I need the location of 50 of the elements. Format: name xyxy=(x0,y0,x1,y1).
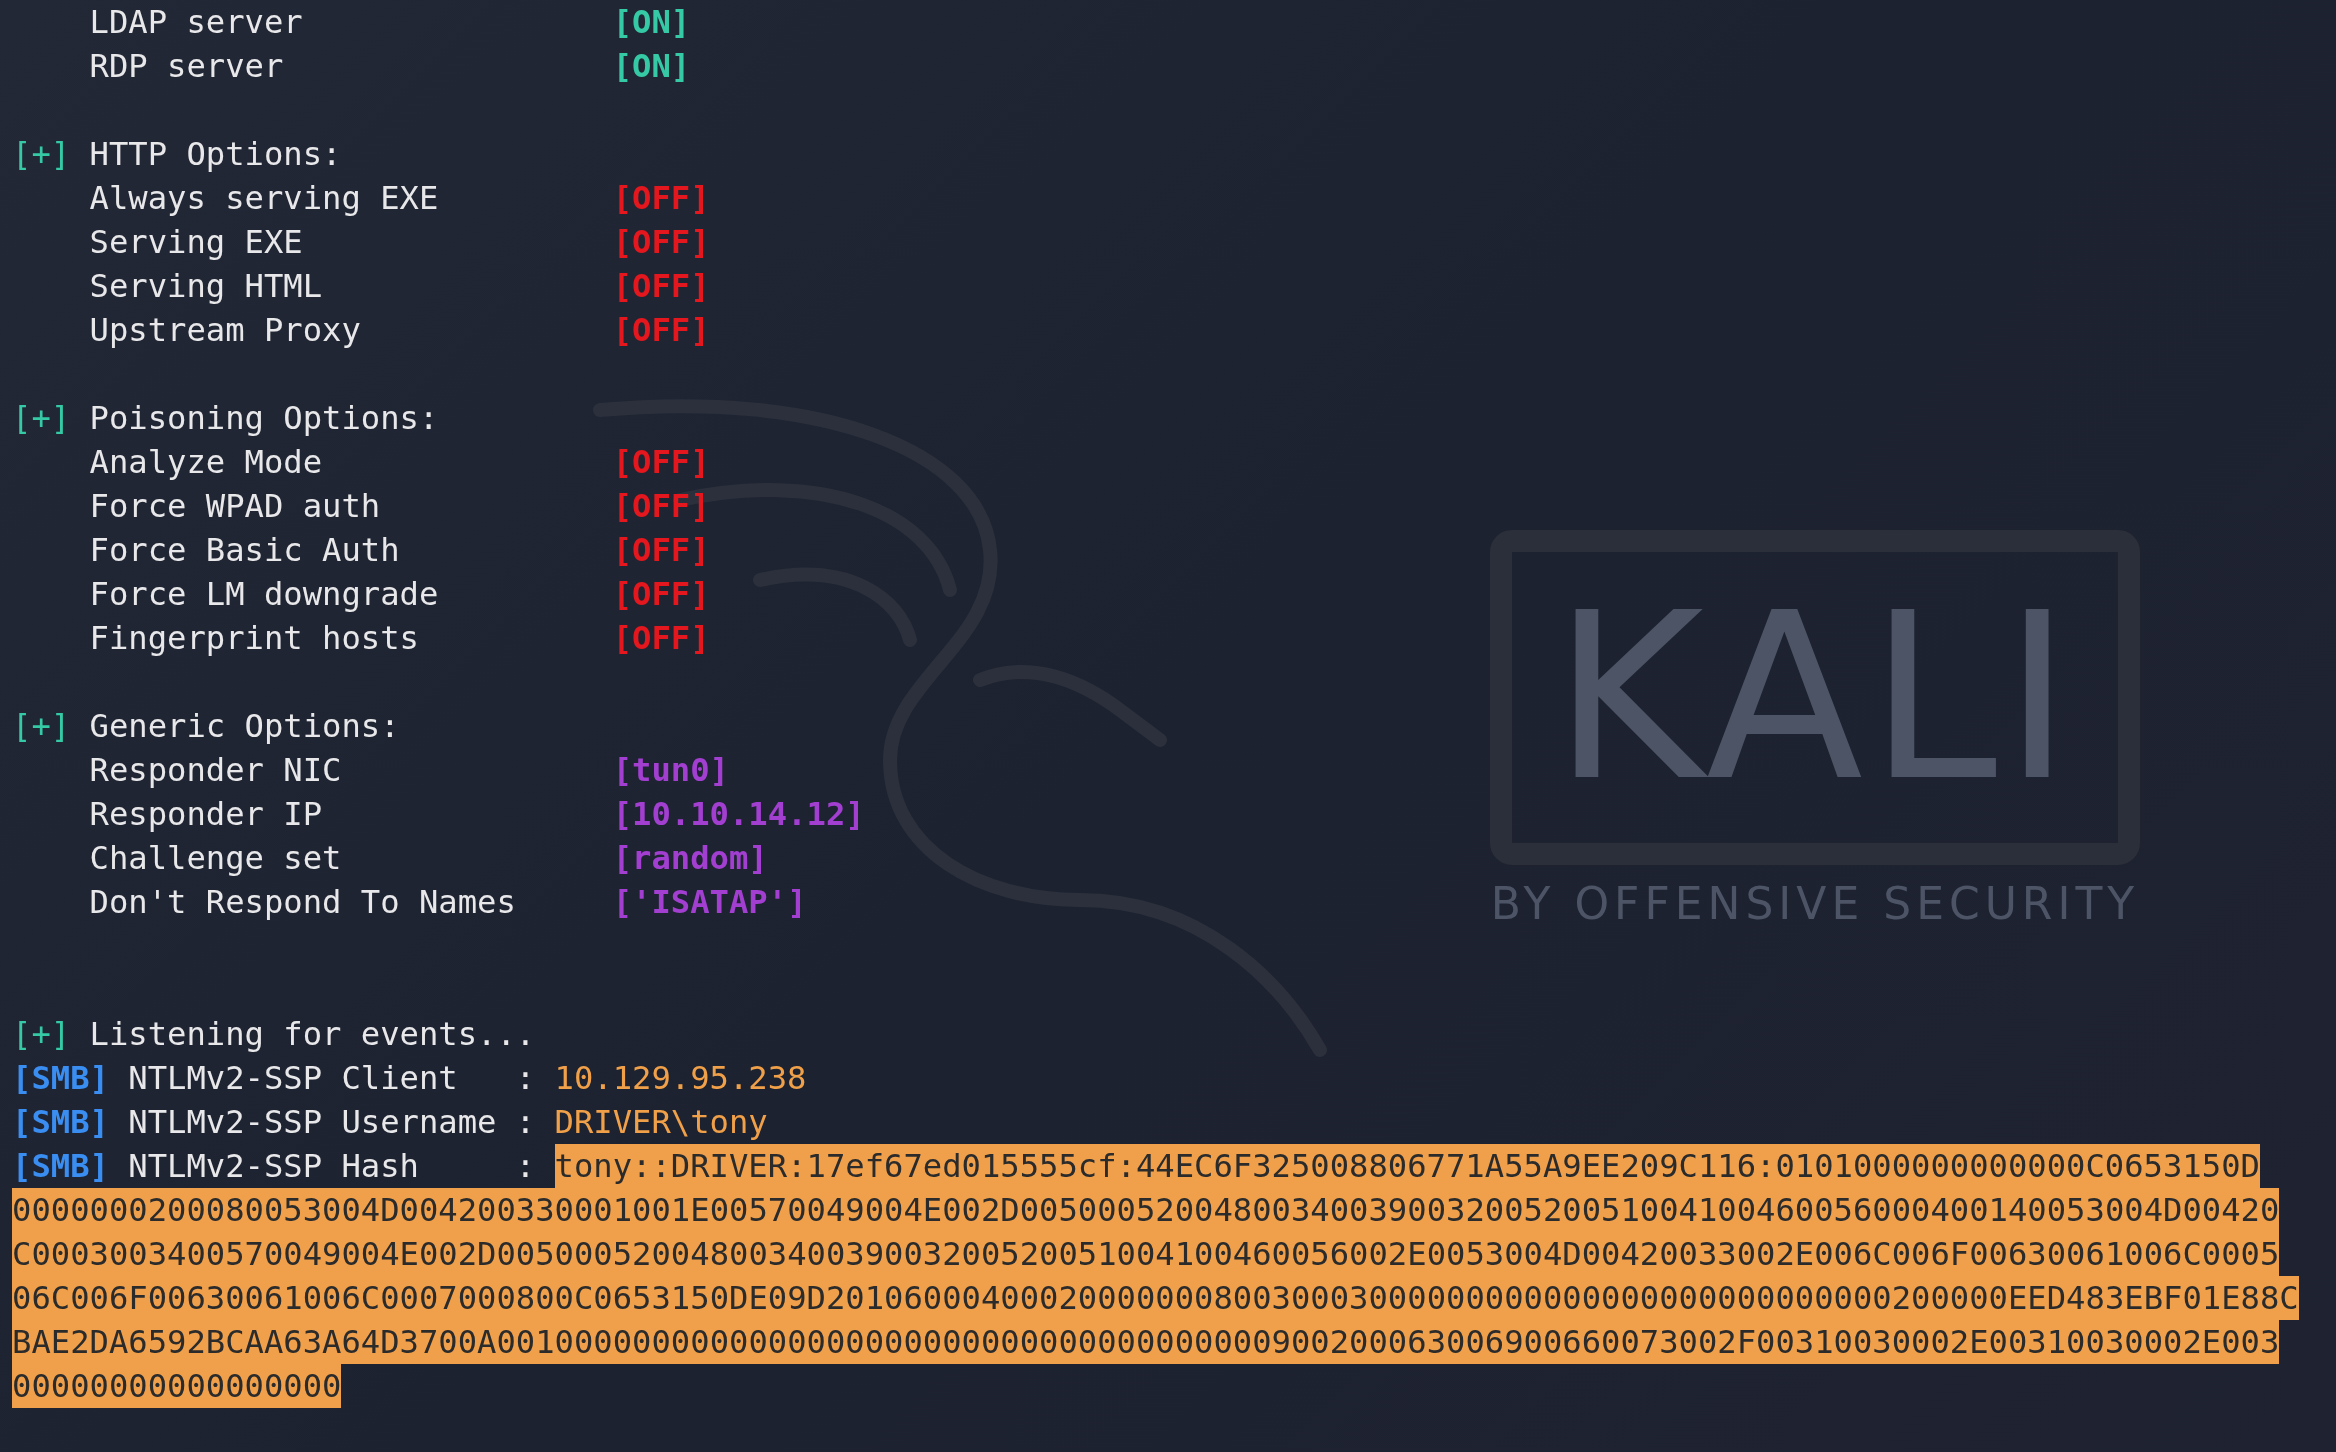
setting-label: Force Basic Auth xyxy=(89,530,400,571)
event-value: DRIVER\tony xyxy=(554,1102,768,1143)
event-label: NTLMv2-SSP Client xyxy=(128,1058,458,1099)
setting-label: Upstream Proxy xyxy=(89,310,361,351)
setting-value: [OFF] xyxy=(612,442,710,483)
separator: : xyxy=(515,1146,536,1187)
setting-label: Challenge set xyxy=(89,838,342,879)
setting-value: [OFF] xyxy=(612,178,710,219)
separator: : xyxy=(515,1058,536,1099)
setting-label: Force WPAD auth xyxy=(89,486,381,527)
section-heading: HTTP Options: xyxy=(89,134,342,175)
setting-value: [OFF] xyxy=(612,486,710,527)
event-value: tony::DRIVER:17ef67ed015555cf:44EC6F325008806771A55A9EE209C116:0101000000000000C0653150D xyxy=(554,1144,2260,1188)
setting-label: Responder NIC xyxy=(89,750,342,791)
setting-value: [OFF] xyxy=(612,266,710,307)
setting-value: [ON] xyxy=(612,46,691,87)
setting-label: Serving HTML xyxy=(89,266,323,307)
status-marker: [+] xyxy=(12,1014,71,1055)
setting-value: ['ISATAP'] xyxy=(612,882,807,923)
event-label: NTLMv2-SSP Hash xyxy=(128,1146,419,1187)
setting-label: Responder IP xyxy=(89,794,323,835)
setting-label: Always serving EXE xyxy=(89,178,439,219)
protocol-tag: [SMB] xyxy=(12,1100,109,1144)
setting-label: Analyze Mode xyxy=(89,442,323,483)
separator: : xyxy=(515,1102,536,1143)
section-heading: Listening for events... xyxy=(89,1014,536,1055)
setting-value: [10.10.14.12] xyxy=(612,794,865,835)
event-value: 10.129.95.238 xyxy=(554,1058,807,1099)
setting-label: Don't Respond To Names xyxy=(89,882,516,923)
setting-value: [tun0] xyxy=(612,750,729,791)
setting-label: RDP server xyxy=(89,46,284,87)
section-heading: Generic Options: xyxy=(89,706,400,747)
setting-label: Serving EXE xyxy=(89,222,303,263)
setting-value: [OFF] xyxy=(612,574,710,615)
status-marker: [+] xyxy=(12,398,71,439)
event-label: NTLMv2-SSP Username xyxy=(128,1102,497,1143)
setting-value: [OFF] xyxy=(612,618,710,659)
protocol-tag: [SMB] xyxy=(12,1144,109,1188)
setting-value: [ON] xyxy=(612,2,691,43)
setting-label: Fingerprint hosts xyxy=(89,618,419,659)
status-marker: [+] xyxy=(12,706,71,747)
setting-value: [OFF] xyxy=(612,310,710,351)
status-marker: [+] xyxy=(12,134,71,175)
setting-label: Force LM downgrade xyxy=(89,574,439,615)
protocol-tag: [SMB] xyxy=(12,1056,109,1100)
section-heading: Poisoning Options: xyxy=(89,398,439,439)
setting-value: [OFF] xyxy=(612,222,710,263)
setting-value: [random] xyxy=(612,838,768,879)
setting-value: [OFF] xyxy=(612,530,710,571)
setting-label: LDAP server xyxy=(89,2,303,43)
